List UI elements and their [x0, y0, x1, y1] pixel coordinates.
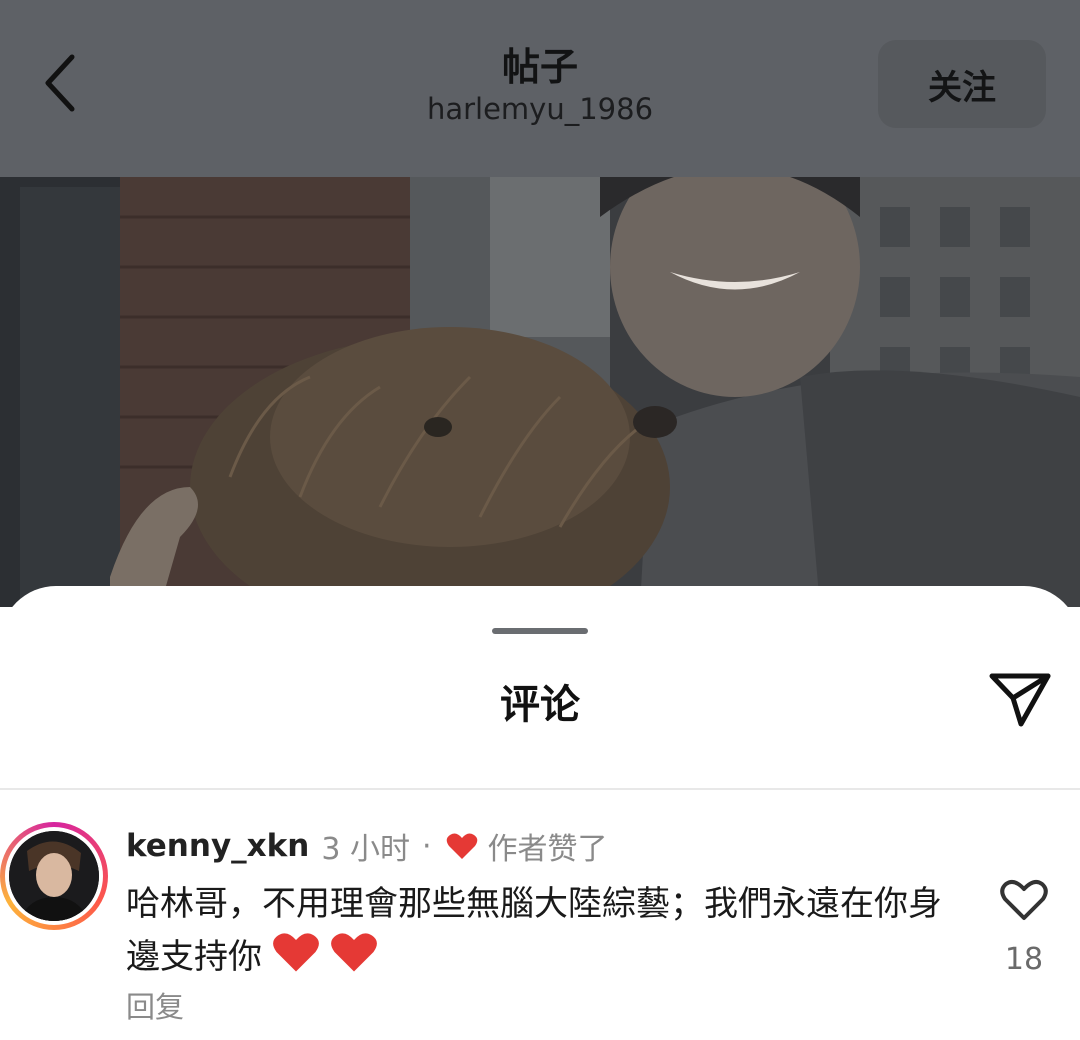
- comment-text: 哈林哥，不用理會那些無腦大陸綜藝；我們永遠在你身邊支持你: [126, 884, 942, 977]
- comment-body: 哈林哥，不用理會那些無腦大陸綜藝；我們永遠在你身邊支持你: [126, 878, 946, 989]
- paper-plane-icon: [989, 673, 1051, 727]
- comments-title: 评论: [500, 682, 580, 728]
- red-heart-emoji-icon: [330, 930, 378, 989]
- heart-outline-icon: [1000, 879, 1048, 920]
- share-button[interactable]: [982, 664, 1058, 734]
- like-count: 18: [1004, 942, 1044, 977]
- comments-sheet: 评论 kenny_xkn 3 小时 · 作者赞了 哈林哥，不用理會那些無腦大陸綜…: [0, 586, 1080, 1040]
- comment-username[interactable]: kenny_xkn: [126, 828, 309, 864]
- comment-meta: kenny_xkn 3 小时 · 作者赞了: [126, 824, 608, 868]
- red-heart-emoji-icon: [272, 930, 320, 989]
- liked-by-author-label: 作者赞了: [487, 832, 608, 867]
- post-comments-screen: 帖子 harlemyu_1986 关注 评论 kenny_xkn 3 小时 · …: [0, 0, 1080, 1040]
- divider: [0, 788, 1080, 790]
- sheet-drag-handle[interactable]: [492, 628, 588, 634]
- post-header: 帖子 harlemyu_1986 关注: [0, 0, 1080, 177]
- post-photo[interactable]: [0, 177, 1080, 607]
- meta-separator: ·: [421, 828, 432, 864]
- like-button[interactable]: [996, 874, 1052, 926]
- avatar-image: [9, 831, 99, 921]
- reply-button[interactable]: 回复: [126, 984, 184, 1026]
- post-photo-image: [0, 177, 1080, 607]
- heart-filled-icon: [446, 832, 478, 860]
- comment-avatar[interactable]: [0, 822, 108, 930]
- follow-button[interactable]: 关注: [878, 40, 1046, 128]
- comment-time: 3 小时: [321, 832, 410, 867]
- avatar-border: [5, 827, 103, 925]
